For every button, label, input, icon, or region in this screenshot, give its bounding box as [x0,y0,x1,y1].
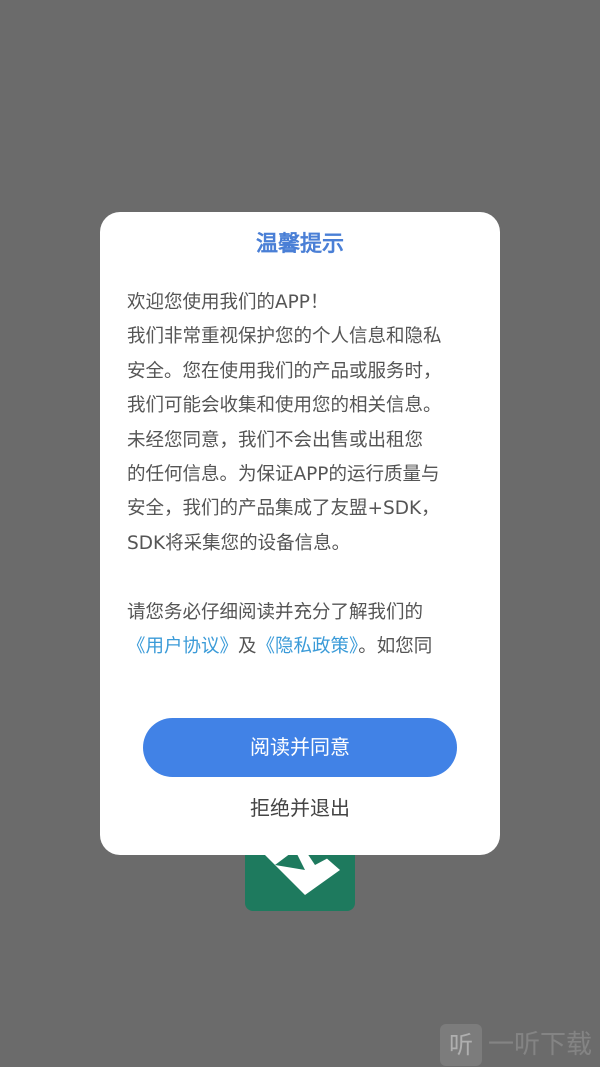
content-line: 我们非常重视保护您的个人信息和隐私 [127,326,442,348]
content-line: 欢迎您使用我们的APP！ [127,292,329,313]
dialog-header: 温馨提示 [100,228,500,262]
content-line: 我们可能会收集和使用您的相关信息。 [127,395,442,417]
privacy-policy-link[interactable]: 《隐私政策》 [257,636,359,657]
content-line-links: 《用户协议》及《隐私政策》。如您同 [127,630,477,664]
content-line: 请您务必仔细阅读并充分了解我们的 [127,601,424,623]
watermark: 听 一听下载 [440,1024,600,1067]
dialog-title: 温馨提示 [255,232,344,257]
content-line: 安全，我们的产品集成了友盟+SDK， [127,498,440,520]
content-line: 的任何信息。为保证APP的运行质量与 [127,464,440,486]
connector-text: 及 [238,636,257,658]
watermark-icon: 听 [440,1024,482,1066]
agree-button[interactable]: 阅读并同意 [143,718,457,777]
watermark-text: 一听下载 [488,1030,593,1060]
reject-exit-button[interactable]: 拒绝并退出 [200,788,400,828]
content-line: 安全。您在使用我们的产品或服务时， [127,360,442,382]
content-line: 未经您同意，我们不会出售或出租您 [127,429,424,451]
user-agreement-link[interactable]: 《用户协议》 [127,636,238,657]
trailing-text: 。如您同 [358,636,433,658]
dialog-content-scroll[interactable]: 欢迎您使用我们的APP！ 我们非常重视保护您的个人信息和隐私 安全。您在使用我们… [127,286,477,680]
content-line: SDK将采集您的设备信息。 [127,532,351,554]
